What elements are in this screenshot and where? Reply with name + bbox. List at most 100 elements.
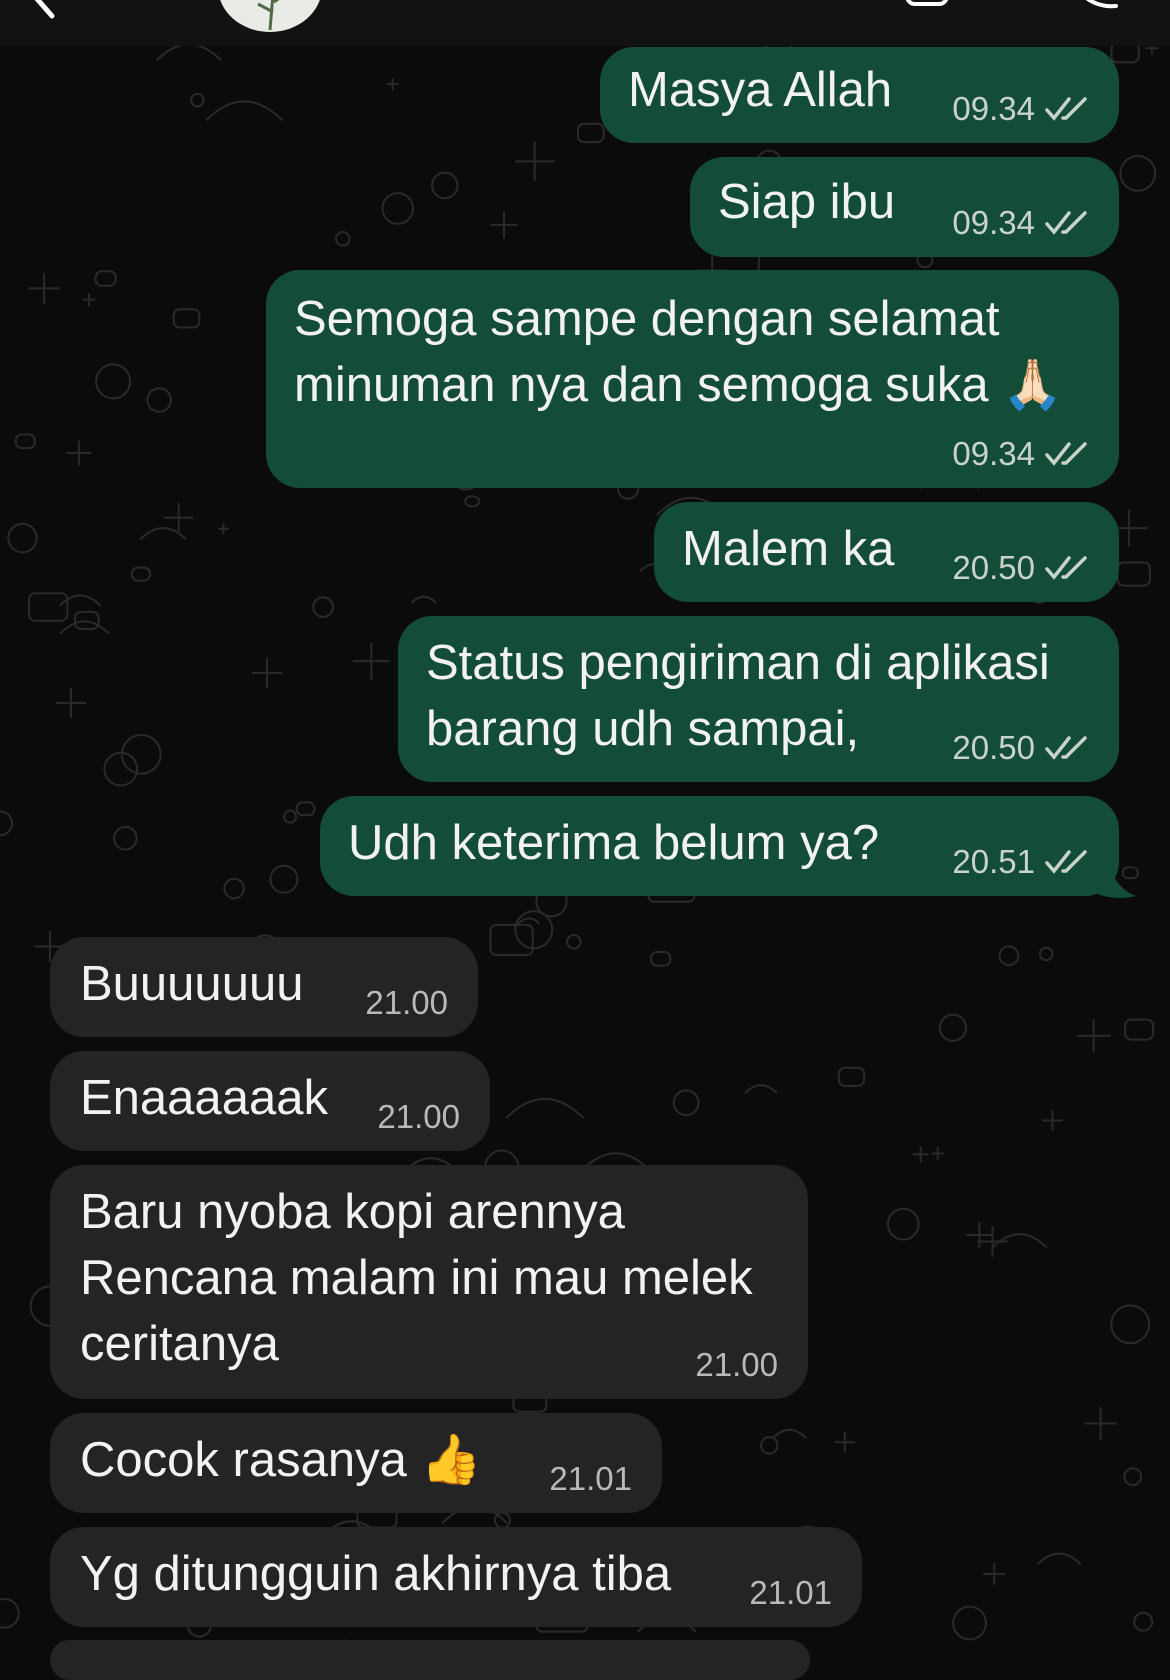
wallpaper-doodle (28, 272, 60, 304)
wallpaper-doodle (1116, 561, 1151, 587)
wallpaper-doodle (113, 825, 138, 851)
wallpaper-doodle (218, 523, 229, 535)
outgoing-message[interactable]: Masya Allah 09.34 (600, 47, 1119, 143)
message-time: 21.00 (365, 984, 448, 1021)
wallpaper-doodle (1038, 946, 1054, 962)
wallpaper-doodle (744, 1084, 778, 1094)
message-meta: 09.34 (952, 91, 1091, 127)
wallpaper-doodle (103, 751, 139, 787)
wallpaper-doodle (912, 1146, 929, 1163)
wallpaper-doodle (1124, 1018, 1155, 1041)
wallpaper-doodle (223, 877, 245, 900)
wallpaper-doodle (410, 595, 437, 604)
wallpaper-doodle (58, 594, 102, 607)
double-check-icon (1045, 736, 1087, 760)
incoming-message-partial[interactable] (50, 1640, 810, 1680)
wallpaper-doodle (517, 917, 541, 925)
wallpaper-doodle (190, 92, 205, 108)
incoming-message[interactable]: Enaaaaaak 21.00 (50, 1051, 490, 1151)
wallpaper-doodle (464, 495, 481, 508)
wallpaper-doodle (1119, 155, 1157, 192)
wallpaper-doodle (269, 864, 299, 894)
message-meta: 21.00 (695, 1347, 778, 1383)
message-time: 21.00 (377, 1098, 460, 1135)
wallpaper-doodle (95, 363, 132, 400)
wallpaper-doodle (172, 308, 201, 329)
wallpaper-doodle (55, 687, 87, 719)
wallpaper-doodle (0, 810, 14, 837)
video-call-icon[interactable] (905, 0, 969, 10)
wallpaper-doodle (493, 1511, 512, 1529)
wallpaper-doodle (1133, 1611, 1154, 1632)
message-meta: 20.50 (952, 550, 1091, 586)
wallpaper-doodle (7, 522, 38, 554)
wallpaper-doodle (146, 387, 172, 413)
wallpaper-doodle (0, 1597, 20, 1629)
wallpaper-doodle (998, 945, 1020, 967)
wallpaper-doodle (73, 610, 100, 630)
wallpaper-doodle (837, 1066, 866, 1087)
chat-header (0, 0, 1170, 46)
wallpaper-doodle (205, 100, 284, 122)
message-meta: 20.50 (952, 730, 1091, 766)
message-time: 09.34 (952, 90, 1035, 127)
outgoing-message[interactable]: Semoga sampe dengan selamat minuman nya … (266, 270, 1119, 488)
wallpaper-doodle (834, 1431, 856, 1453)
wallpaper-doodle (505, 1097, 585, 1119)
incoming-message[interactable]: Cocok rasanya 👍 21.01 (50, 1413, 662, 1513)
wallpaper-doodle (59, 620, 110, 635)
message-text: Yg ditungguin akhirnya tiba (80, 1547, 672, 1601)
message-meta: 21.01 (549, 1461, 632, 1497)
wallpaper-doodle (352, 642, 390, 680)
incoming-message[interactable]: Buuuuuuu 21.00 (50, 937, 478, 1037)
double-check-icon (1045, 97, 1087, 121)
outgoing-message[interactable]: Siap ibu 09.34 (690, 157, 1119, 257)
plant-icon (257, 0, 280, 31)
wallpaper-doodle (931, 1147, 945, 1160)
wallpaper-doodle (490, 211, 518, 239)
wallpaper-doodle (386, 78, 399, 91)
wallpaper-doodle (489, 923, 534, 957)
incoming-message[interactable]: Baru nyoba kopi arennya Rencana malam in… (50, 1165, 808, 1399)
wallpaper-doodle (977, 1226, 1008, 1257)
wallpaper-doodle (576, 122, 605, 144)
wallpaper-doodle (952, 1605, 987, 1641)
message-meta: 09.34 (952, 436, 1091, 472)
wallpaper-doodle (514, 910, 554, 950)
wallpaper-doodle (1084, 1407, 1117, 1440)
contact-avatar[interactable] (218, 0, 322, 32)
wallpaper-doodle (94, 270, 117, 287)
wallpaper-doodle (672, 1089, 700, 1117)
message-time: 21.01 (549, 1460, 632, 1497)
wallpaper-doodle (14, 433, 36, 450)
wallpaper-doodle (938, 1013, 968, 1042)
message-time: 09.34 (952, 435, 1035, 472)
phone-call-icon[interactable] (1064, 0, 1120, 12)
wallpaper-doodle (886, 1207, 920, 1241)
message-meta: 20.51 (952, 844, 1091, 880)
wallpaper-doodle (1042, 1110, 1063, 1131)
message-time: 21.00 (695, 1346, 778, 1383)
wallpaper-doodle (771, 1428, 808, 1440)
wallpaper-doodle (760, 1436, 779, 1455)
wallpaper-doodle (381, 192, 415, 225)
wallpaper-doodle (27, 592, 69, 622)
wallpaper-doodle (1110, 1304, 1151, 1345)
wallpaper-doodle (295, 801, 316, 817)
wallpaper-doodle (283, 809, 298, 824)
wallpaper-doodle (312, 596, 334, 618)
message-text: Semoga sampe dengan selamat minuman nya … (294, 292, 1064, 412)
message-meta: 21.00 (377, 1099, 460, 1135)
wallpaper-doodle (130, 566, 152, 582)
wallpaper-doodle (650, 950, 672, 967)
incoming-message[interactable]: Yg ditungguin akhirnya tiba 21.01 (50, 1527, 862, 1627)
outgoing-message[interactable]: Udh keterima belum ya? 20.51 (320, 796, 1119, 896)
message-meta: 21.01 (749, 1575, 832, 1611)
message-time: 20.51 (952, 843, 1035, 880)
outgoing-message[interactable]: Malem ka 20.50 (654, 502, 1119, 602)
back-arrow-icon[interactable] (28, 0, 68, 20)
message-meta: 21.00 (365, 985, 448, 1021)
outgoing-message[interactable]: Status pengiriman di aplikasi barang udh… (398, 616, 1119, 782)
wallpaper-doodle (1036, 1552, 1082, 1566)
double-check-icon (1045, 556, 1087, 580)
